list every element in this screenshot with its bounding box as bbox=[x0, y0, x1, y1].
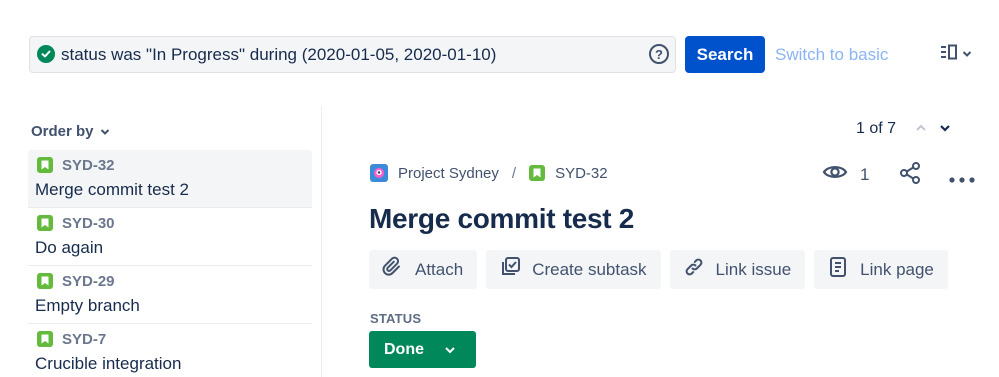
breadcrumb-issue-link[interactable]: SYD-32 bbox=[555, 165, 608, 182]
issue-key: SYD-30 bbox=[62, 215, 115, 232]
issue-action-bar: Attach Create subtask Link issue Link pa… bbox=[369, 250, 948, 289]
link-issue-label: Link issue bbox=[715, 259, 792, 279]
link-icon bbox=[683, 256, 705, 283]
status-value: Done bbox=[384, 340, 424, 358]
story-icon bbox=[37, 215, 53, 231]
chevron-down-icon bbox=[100, 123, 110, 140]
jql-search-input[interactable]: status was "In Progress" during (2020-01… bbox=[29, 36, 676, 73]
breadcrumb: Project Sydney / SYD-32 bbox=[370, 164, 608, 182]
previous-issue-button[interactable] bbox=[914, 121, 928, 135]
link-page-label: Link page bbox=[860, 259, 934, 279]
more-icon bbox=[949, 170, 975, 187]
project-avatar bbox=[370, 164, 388, 182]
link-issue-button[interactable]: Link issue bbox=[669, 250, 806, 289]
paperclip-icon bbox=[382, 256, 404, 283]
breadcrumb-project-link[interactable]: Project Sydney bbox=[398, 165, 499, 182]
next-issue-button[interactable] bbox=[938, 121, 952, 135]
story-icon bbox=[37, 157, 53, 173]
pager-count: 1 of 7 bbox=[856, 120, 897, 137]
eye-icon bbox=[822, 163, 848, 186]
share-button[interactable] bbox=[898, 161, 922, 190]
detail-view-icon bbox=[940, 44, 958, 65]
issue-list-item[interactable]: SYD-32 Merge commit test 2 bbox=[28, 150, 312, 208]
issue-key: SYD-29 bbox=[62, 273, 115, 290]
issue-list-item[interactable]: SYD-29 Empty branch bbox=[28, 266, 312, 324]
breadcrumb-separator: / bbox=[511, 164, 517, 182]
issue-summary: Do again bbox=[35, 238, 104, 257]
chevron-down-icon bbox=[938, 122, 952, 139]
chevron-down-icon bbox=[962, 45, 972, 63]
issue-list: SYD-32 Merge commit test 2 SYD-30 Do aga… bbox=[28, 150, 312, 377]
create-subtask-button[interactable]: Create subtask bbox=[486, 250, 661, 289]
chevron-up-icon bbox=[914, 122, 928, 139]
issue-summary: Empty branch bbox=[35, 296, 140, 315]
story-icon bbox=[37, 331, 53, 347]
view-toggle-button[interactable] bbox=[940, 44, 978, 64]
attach-button[interactable]: Attach bbox=[369, 250, 478, 289]
switch-to-basic-link[interactable]: Switch to basic bbox=[775, 45, 888, 65]
watcher-count: 1 bbox=[860, 164, 870, 184]
issue-title[interactable]: Merge commit test 2 bbox=[369, 203, 634, 235]
order-by-button[interactable]: Order by bbox=[31, 123, 110, 140]
more-actions-button[interactable] bbox=[949, 170, 975, 188]
status-dropdown[interactable]: Done bbox=[369, 331, 476, 368]
question-circle-icon[interactable]: ? bbox=[649, 44, 669, 64]
issue-key: SYD-7 bbox=[62, 331, 107, 348]
issue-summary: Merge commit test 2 bbox=[35, 180, 189, 199]
issue-list-item[interactable]: SYD-7 Crucible integration bbox=[28, 324, 312, 377]
issue-list-item[interactable]: SYD-30 Do again bbox=[28, 208, 312, 266]
issue-key: SYD-32 bbox=[62, 157, 115, 174]
page-icon bbox=[827, 256, 849, 283]
check-circle-icon bbox=[37, 45, 55, 63]
link-page-button[interactable]: Link page bbox=[814, 250, 948, 289]
story-icon bbox=[37, 273, 53, 289]
share-icon bbox=[898, 162, 922, 189]
chevron-down-icon bbox=[444, 341, 456, 359]
status-heading: STATUS bbox=[370, 311, 422, 326]
story-icon bbox=[529, 165, 546, 181]
jql-query-text: status was "In Progress" during (2020-01… bbox=[61, 45, 497, 64]
watch-button[interactable]: 1 bbox=[822, 163, 869, 186]
attach-label: Attach bbox=[415, 259, 464, 279]
order-by-label: Order by bbox=[31, 123, 94, 140]
panel-divider bbox=[321, 106, 322, 377]
search-button[interactable]: Search bbox=[685, 36, 765, 73]
issue-summary: Crucible integration bbox=[35, 354, 182, 373]
create-subtask-label: Create subtask bbox=[532, 259, 647, 279]
subtask-icon bbox=[499, 256, 521, 283]
